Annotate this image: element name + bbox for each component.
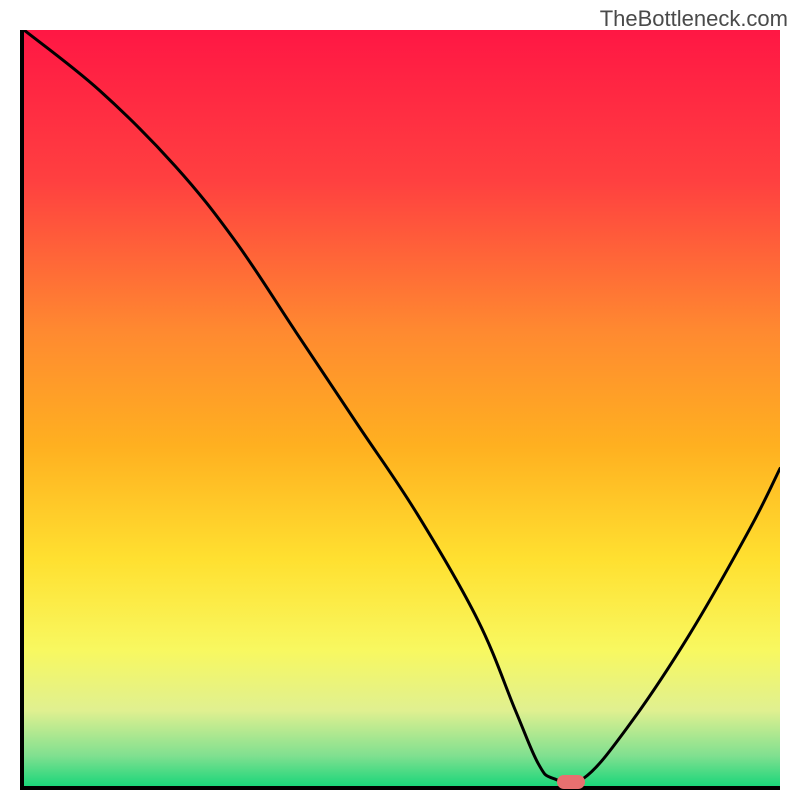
bottleneck-curve [24,30,780,783]
curve-layer [24,30,780,786]
watermark-text: TheBottleneck.com [600,6,788,32]
plot-area [20,30,780,790]
optimal-marker [557,775,585,789]
